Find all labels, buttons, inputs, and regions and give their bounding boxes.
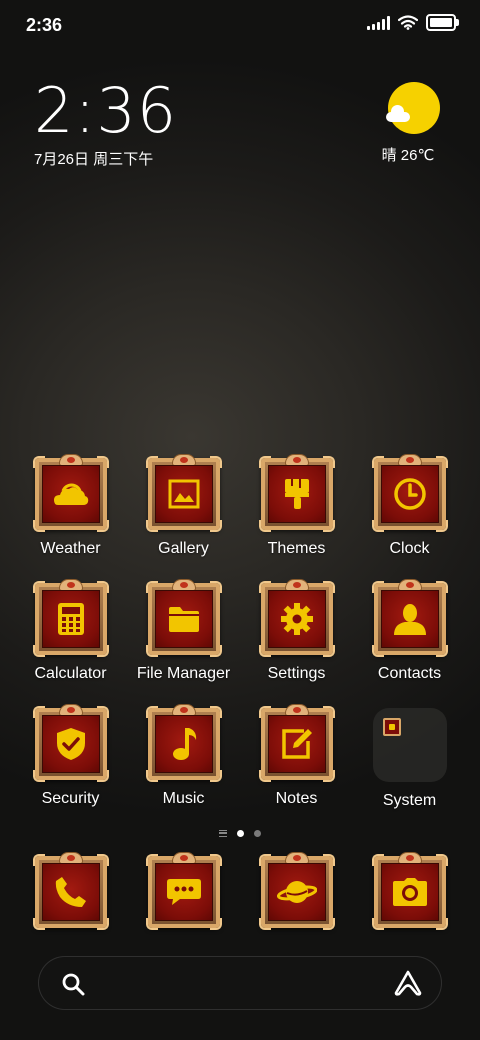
weather-icon <box>41 465 100 523</box>
pencil-note-icon <box>267 715 326 773</box>
assistant-icon[interactable] <box>393 969 423 997</box>
clock-time: 2:36 <box>34 74 178 147</box>
shield-icon <box>41 715 100 773</box>
app-icon-frame <box>32 454 109 532</box>
app-grid: Weather Gallery Themes Clock Calculator … <box>14 454 466 833</box>
app-icon-frame <box>32 852 109 930</box>
dock-browser[interactable] <box>240 852 353 930</box>
app-label: Gallery <box>158 540 209 557</box>
signal-icon <box>367 15 390 30</box>
camera-icon <box>380 863 439 921</box>
page-indicator[interactable] <box>0 830 480 837</box>
app-icon-frame <box>32 579 109 657</box>
planet-icon <box>267 863 326 921</box>
app-icon-frame <box>32 704 109 782</box>
person-icon <box>380 590 439 648</box>
app-label: File Manager <box>136 665 231 682</box>
search-icon[interactable] <box>61 972 85 996</box>
battery-icon <box>426 14 459 31</box>
app-icon-frame <box>145 852 222 930</box>
wifi-icon <box>398 15 418 30</box>
app-notes[interactable]: Notes <box>240 704 353 833</box>
app-icon-frame <box>371 852 448 930</box>
app-themes[interactable]: Themes <box>240 454 353 583</box>
app-music[interactable]: Music <box>127 704 240 833</box>
gear-icon <box>267 590 326 648</box>
music-note-icon <box>154 715 213 773</box>
clock-date: 7月26日 周三下午 <box>34 151 154 168</box>
app-icon-frame <box>145 579 222 657</box>
app-icon-frame <box>258 454 335 532</box>
status-icons <box>367 14 459 31</box>
brush-icon <box>267 465 326 523</box>
app-label: Settings <box>267 665 326 682</box>
app-calculator[interactable]: Calculator <box>14 579 127 708</box>
app-label: Weather <box>40 540 101 557</box>
folder-group-icon <box>372 708 447 782</box>
app-label: Notes <box>275 790 318 807</box>
app-label: Themes <box>267 540 326 557</box>
app-clock[interactable]: Clock <box>353 454 466 583</box>
app-icon-frame <box>258 852 335 930</box>
app-settings[interactable]: Settings <box>240 579 353 708</box>
dock-phone[interactable] <box>14 852 127 930</box>
phone-icon <box>41 863 100 921</box>
message-icon <box>154 863 213 921</box>
app-drawer-icon[interactable] <box>219 830 227 837</box>
app-icon-frame <box>258 704 335 782</box>
app-label: Contacts <box>377 665 442 682</box>
page-dot-2[interactable] <box>254 830 261 837</box>
app-label: Calculator <box>34 665 107 682</box>
app-security[interactable]: Security <box>14 704 127 833</box>
app-label: Clock <box>389 540 430 557</box>
app-folder-system[interactable]: System <box>353 708 466 833</box>
status-time: 2:36 <box>26 15 63 35</box>
clock-icon <box>380 465 439 523</box>
page-dot-1[interactable] <box>237 830 244 837</box>
app-icon-frame <box>371 454 448 532</box>
app-icon-frame <box>145 704 222 782</box>
dock-messages[interactable] <box>127 852 240 930</box>
app-icon-frame <box>258 579 335 657</box>
status-bar: 2:36 <box>0 0 480 50</box>
weather-widget[interactable]: 晴 26℃ <box>382 82 444 165</box>
weather-text: 晴 26℃ <box>381 147 435 164</box>
app-label: Music <box>162 790 205 807</box>
app-icon-frame <box>371 579 448 657</box>
search-bar[interactable] <box>38 956 442 1010</box>
sunny-icon <box>386 82 440 134</box>
calculator-icon <box>41 590 100 648</box>
clock-widget[interactable]: 2:36 7月26日 周三下午 <box>34 78 177 169</box>
app-label: Security <box>41 790 100 807</box>
app-gallery[interactable]: Gallery <box>127 454 240 583</box>
gallery-icon <box>154 465 213 523</box>
app-label: System <box>382 792 437 809</box>
dock-camera[interactable] <box>353 852 466 930</box>
folder-icon <box>154 590 213 648</box>
dock <box>14 852 466 930</box>
app-file-manager[interactable]: File Manager <box>127 579 240 708</box>
app-contacts[interactable]: Contacts <box>353 579 466 708</box>
app-icon-frame <box>145 454 222 532</box>
app-weather[interactable]: Weather <box>14 454 127 583</box>
